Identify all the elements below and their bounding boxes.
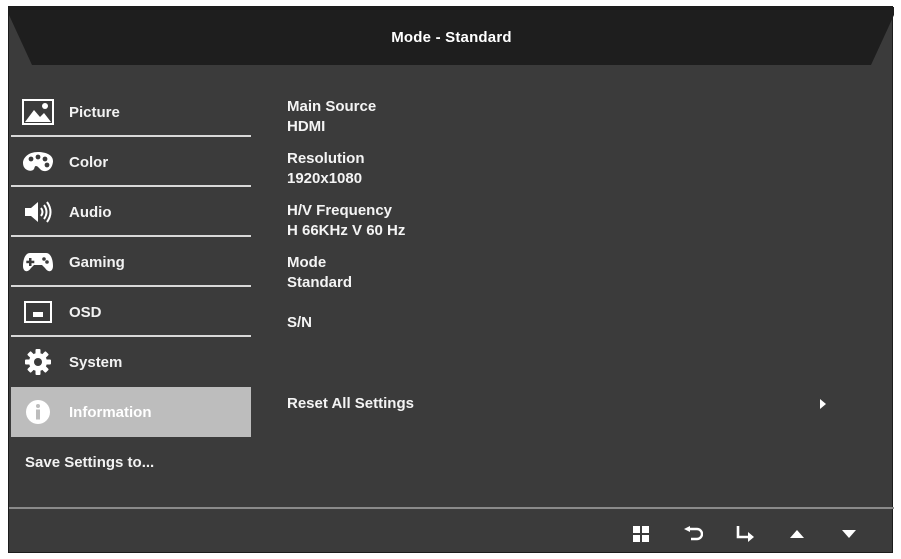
osd-menu: Mode - Standard Picture Color Audio Gami…	[8, 6, 894, 553]
sidebar-item-gaming[interactable]: Gaming	[11, 237, 251, 287]
menu-grid-icon[interactable]	[615, 522, 667, 546]
sidebar: Picture Color Audio Gaming OSD System In…	[11, 87, 251, 437]
frequency-value: H 66KHz V 60 Hz	[287, 222, 406, 239]
enter-icon[interactable]	[719, 522, 771, 546]
information-panel: Main Source HDMI Resolution 1920x1080 H/…	[287, 97, 405, 345]
gear-icon	[21, 347, 55, 377]
main-source-label: Main Source	[287, 98, 377, 115]
info-icon	[21, 397, 55, 427]
down-arrow-icon[interactable]	[823, 522, 875, 546]
footer-divider	[9, 507, 894, 509]
frequency-label: H/V Frequency	[287, 202, 393, 219]
page-title: Mode - Standard	[391, 29, 512, 46]
osd-icon	[21, 297, 55, 327]
mode-info: Mode Standard	[287, 253, 405, 293]
sidebar-item-label: System	[69, 353, 123, 371]
sidebar-item-label: Audio	[69, 203, 112, 221]
sidebar-item-picture[interactable]: Picture	[11, 87, 251, 137]
reset-all-settings[interactable]: Reset All Settings	[287, 395, 827, 412]
sidebar-item-label: Color	[69, 153, 109, 171]
up-arrow-icon[interactable]	[771, 522, 823, 546]
resolution-value: 1920x1080	[287, 170, 363, 187]
reset-label: Reset All Settings	[287, 395, 414, 412]
main-source-value: HDMI	[287, 118, 326, 135]
speaker-icon	[21, 197, 55, 227]
back-icon[interactable]	[667, 522, 719, 546]
sn-label: S/N	[287, 314, 313, 331]
serial-info: S/N	[287, 313, 405, 333]
sidebar-item-audio[interactable]: Audio	[11, 187, 251, 237]
save-settings-item[interactable]: Save Settings to...	[25, 454, 154, 471]
picture-icon	[21, 97, 55, 127]
sidebar-item-label: OSD	[69, 303, 102, 321]
sidebar-item-information[interactable]: Information	[11, 387, 251, 437]
sidebar-item-label: Picture	[69, 103, 120, 121]
palette-icon	[21, 147, 55, 177]
sidebar-item-label: Gaming	[69, 253, 125, 271]
resolution-info: Resolution 1920x1080	[287, 149, 405, 189]
header-bar: Mode - Standard	[9, 7, 894, 65]
button-guide	[615, 522, 875, 546]
main-source-info: Main Source HDMI	[287, 97, 405, 137]
frequency-info: H/V Frequency H 66KHz V 60 Hz	[287, 201, 405, 241]
mode-value: Standard	[287, 274, 353, 291]
sidebar-item-color[interactable]: Color	[11, 137, 251, 187]
chevron-right-icon	[819, 397, 827, 414]
sidebar-item-label: Information	[69, 403, 152, 421]
mode-label: Mode	[287, 254, 327, 271]
gamepad-icon	[21, 247, 55, 277]
sidebar-item-osd[interactable]: OSD	[11, 287, 251, 337]
resolution-label: Resolution	[287, 150, 365, 167]
sidebar-item-system[interactable]: System	[11, 337, 251, 387]
